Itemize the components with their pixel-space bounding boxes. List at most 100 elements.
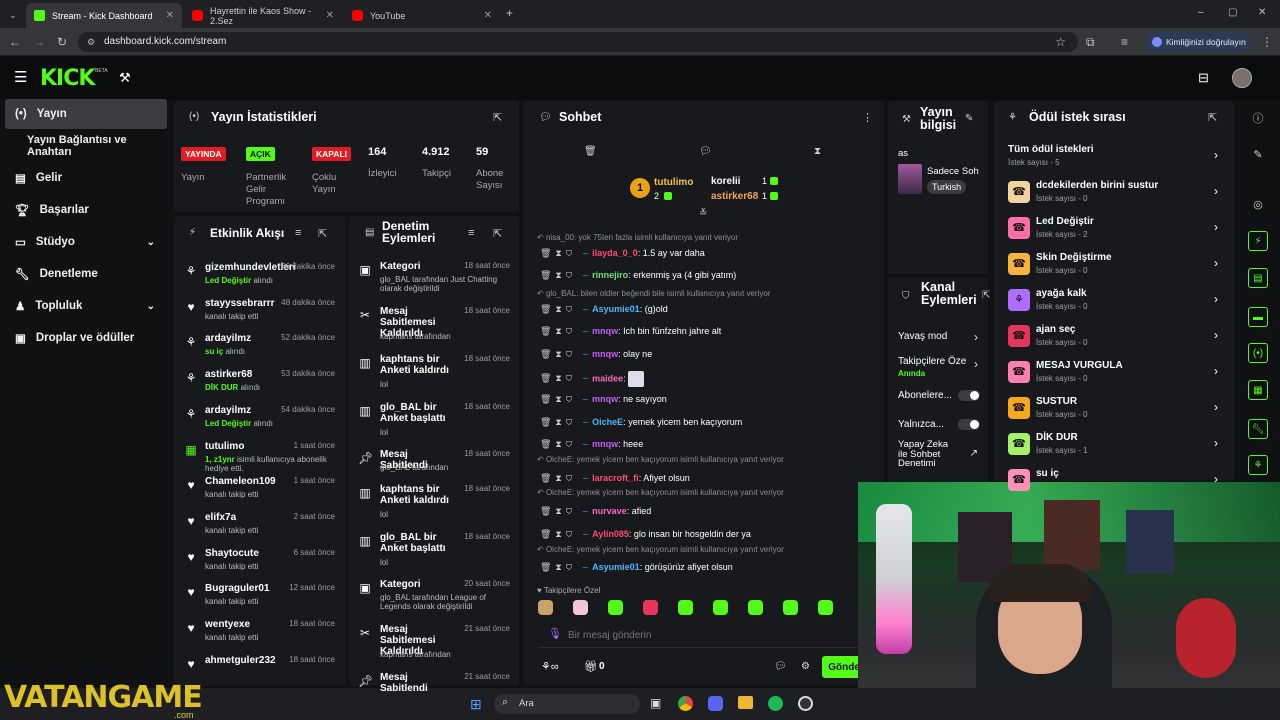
mod-tools-icon[interactable]: 🗑︎⧗⛉ xyxy=(540,529,576,539)
mod-tools-icon[interactable]: 🗑︎⧗⛉ xyxy=(540,394,576,404)
url-input[interactable]: ⚙ dashboard.kick.com/stream ☆ xyxy=(78,32,1078,52)
chrome-icon[interactable] xyxy=(678,696,693,711)
reward-row[interactable]: ☎ dcdekilerden birini sustur İstek sayısı … xyxy=(1008,176,1222,210)
gift-box-icon[interactable]: 🎁︎ xyxy=(584,660,598,673)
emote-button[interactable] xyxy=(748,600,763,615)
screen-icon[interactable]: ⊟ xyxy=(1198,71,1209,85)
chat-tab-icon[interactable]: 💬︎ xyxy=(699,146,712,157)
activity-username[interactable]: stayyssebrarrr xyxy=(205,298,275,309)
chat-username[interactable]: nurvave xyxy=(592,506,627,516)
reward-row[interactable]: ⚘ ayağa kalk İstek sayısı - 0 › xyxy=(1008,284,1222,318)
chat-message-input[interactable] xyxy=(568,626,848,644)
new-tab-icon[interactable]: + xyxy=(506,6,513,20)
kick-logo[interactable]: KICK xyxy=(40,66,95,91)
chat-username[interactable]: Aylin085 xyxy=(592,529,629,539)
chat-username[interactable]: mnqw xyxy=(592,439,618,449)
extensions-icon[interactable]: ⧉ xyxy=(1086,35,1095,49)
spotify-icon[interactable] xyxy=(768,696,783,711)
reward-row[interactable]: ☎ MESAJ VURGULA İstek sayısı - 0 › xyxy=(1008,356,1222,390)
lightning-shortcut[interactable]: ⚡︎ xyxy=(1241,228,1275,254)
task-view-icon[interactable]: ▣ xyxy=(650,696,661,710)
followers-only-row[interactable]: Takipçilere Öze Anında › xyxy=(898,355,982,379)
activity-username[interactable]: Shaytocute xyxy=(205,548,259,559)
emote-button[interactable] xyxy=(678,600,693,615)
activity-username[interactable]: Chameleon109 xyxy=(205,476,276,487)
close-icon[interactable]: ✕ xyxy=(484,10,492,21)
gifter-name[interactable]: tutulimo xyxy=(654,177,693,188)
filter-icon[interactable]: ≡ xyxy=(468,227,474,239)
more-options-icon[interactable]: ⋮ xyxy=(862,111,873,124)
browser-menu-icon[interactable]: ⋮ xyxy=(1261,35,1273,49)
emote-button[interactable] xyxy=(643,600,658,615)
folder-icon[interactable] xyxy=(738,696,753,709)
emote-button[interactable] xyxy=(573,600,588,615)
chat-username[interactable]: laracroft_fi xyxy=(592,473,639,483)
sidebar-item-studyo[interactable]: ▭ Stüdyo ⌄ xyxy=(5,228,167,256)
reward-row[interactable]: ☎ SUSTUR İstek sayısı - 0 › xyxy=(1008,392,1222,426)
popout-icon[interactable]: ⇱ xyxy=(493,111,502,124)
windows-start-icon[interactable]: ⊞ xyxy=(470,696,482,713)
emote-button[interactable] xyxy=(818,600,833,615)
collapse-icon[interactable]: ≚ xyxy=(699,208,707,219)
activity-username[interactable]: Bugraguler01 xyxy=(205,583,269,594)
emote-button[interactable] xyxy=(608,600,623,615)
gifter-name[interactable]: astirker68 xyxy=(711,191,758,202)
activity-username[interactable]: tutulimo xyxy=(205,441,244,452)
back-icon[interactable]: ← xyxy=(9,35,21,49)
tab-youtube[interactable]: YouTube ✕ xyxy=(344,3,500,28)
chat-bubble-icon[interactable]: 💬︎ xyxy=(774,661,787,672)
taskbar-search[interactable]: ⌕ Ara xyxy=(494,694,640,714)
mod-tools-icon[interactable]: 🗑︎⧗⛉ xyxy=(540,439,576,449)
hamburger-menu-icon[interactable]: ☰ xyxy=(14,70,27,85)
mod-tools-icon[interactable]: 🗑︎⧗⛉ xyxy=(540,417,576,427)
info-icon[interactable]: ⓘ xyxy=(1241,105,1275,131)
mod-tools-icon[interactable]: 🗑︎⧗⛉ xyxy=(540,304,576,314)
chat-username[interactable]: OicheE xyxy=(592,417,623,427)
rewards-shortcut[interactable]: ⚘ xyxy=(1241,452,1275,478)
mod-tools-icon[interactable]: 🗑︎⧗⛉ xyxy=(540,562,576,572)
studio-shortcut[interactable]: ▦ xyxy=(1241,377,1275,403)
chat-username[interactable]: Asyumie01 xyxy=(592,562,640,572)
mod-tools-icon[interactable]: 🗑︎⧗⛉ xyxy=(540,326,576,336)
obs-icon[interactable] xyxy=(798,696,813,711)
forward-icon[interactable]: → xyxy=(33,35,45,49)
popout-icon[interactable]: ⇱ xyxy=(493,227,502,240)
activity-username[interactable]: ardayilmz xyxy=(205,405,251,416)
popout-icon[interactable]: ⇱ xyxy=(318,227,327,240)
emotes-only-toggle[interactable] xyxy=(958,419,980,430)
close-window-icon[interactable]: ✕ xyxy=(1258,6,1266,20)
reward-row[interactable]: ☎ su iç › xyxy=(1008,464,1222,498)
chat-username[interactable]: rinnejiro xyxy=(592,270,628,280)
edit-icon[interactable]: ✎ xyxy=(965,113,973,124)
chat-username[interactable]: mnqw xyxy=(592,394,618,404)
minimize-icon[interactable]: – xyxy=(1198,6,1204,20)
mod-tools-icon[interactable]: 🗑︎⧗⛉ xyxy=(540,373,576,383)
chat-username[interactable]: ilayda_0_0 xyxy=(592,248,638,258)
popout-icon[interactable]: ⇱ xyxy=(982,290,990,301)
activity-username[interactable]: ahmetguler232 xyxy=(205,655,276,666)
chat-username[interactable]: mnqw xyxy=(592,326,618,336)
reward-row[interactable]: ☎ ajan seç İstek sayısı - 0 › xyxy=(1008,320,1222,354)
mod-tools-icon[interactable]: 🗑︎⧗⛉ xyxy=(540,473,576,483)
mod-tools-icon[interactable]: 🗑︎⧗⛉ xyxy=(540,270,576,280)
hourglass-tab-icon[interactable]: ⧗ xyxy=(814,146,821,157)
activity-username[interactable]: wentyexe xyxy=(205,619,250,630)
slow-mode-row[interactable]: Yavaş mod › xyxy=(898,330,982,346)
ai-moderation-row[interactable]: Yapay Zeka ile Sohbet Denetimi ↗ xyxy=(898,440,982,470)
reward-row[interactable]: ☎ Skin Değiştirme İstek sayısı - 0 › xyxy=(1008,248,1222,282)
moderation-shortcut[interactable]: ▤ xyxy=(1241,265,1275,291)
sidebar-item-basarilar[interactable]: 🏆︎ Başarılar xyxy=(5,196,167,224)
emote-button[interactable] xyxy=(713,600,728,615)
sidebar-item-stream-key[interactable]: Yayın Bağlantısı ve Anahtarı xyxy=(5,132,167,160)
activity-username[interactable]: ardayilmz xyxy=(205,333,251,344)
activity-username[interactable]: elifx7a xyxy=(205,512,236,523)
filter-icon[interactable]: ≡ xyxy=(295,227,301,239)
settings-icon[interactable]: ⚙ xyxy=(801,661,810,672)
tab-hayrettin[interactable]: Hayrettin ile Kaos Show - 2.Sez ✕ xyxy=(184,3,342,28)
mod-tools-icon[interactable]: 🗑︎⧗⛉ xyxy=(540,349,576,359)
reward-row[interactable]: ☎ Led Değiştir İstek sayısı - 2 › xyxy=(1008,212,1222,246)
trash-tab-icon[interactable]: 🗑︎ xyxy=(584,146,597,157)
sidebar-item-denetleme[interactable]: 🔧︎ Denetleme xyxy=(5,260,167,288)
tab-kick-dashboard[interactable]: Stream - Kick Dashboard ✕ xyxy=(26,3,182,28)
close-icon[interactable]: ✕ xyxy=(326,10,334,21)
